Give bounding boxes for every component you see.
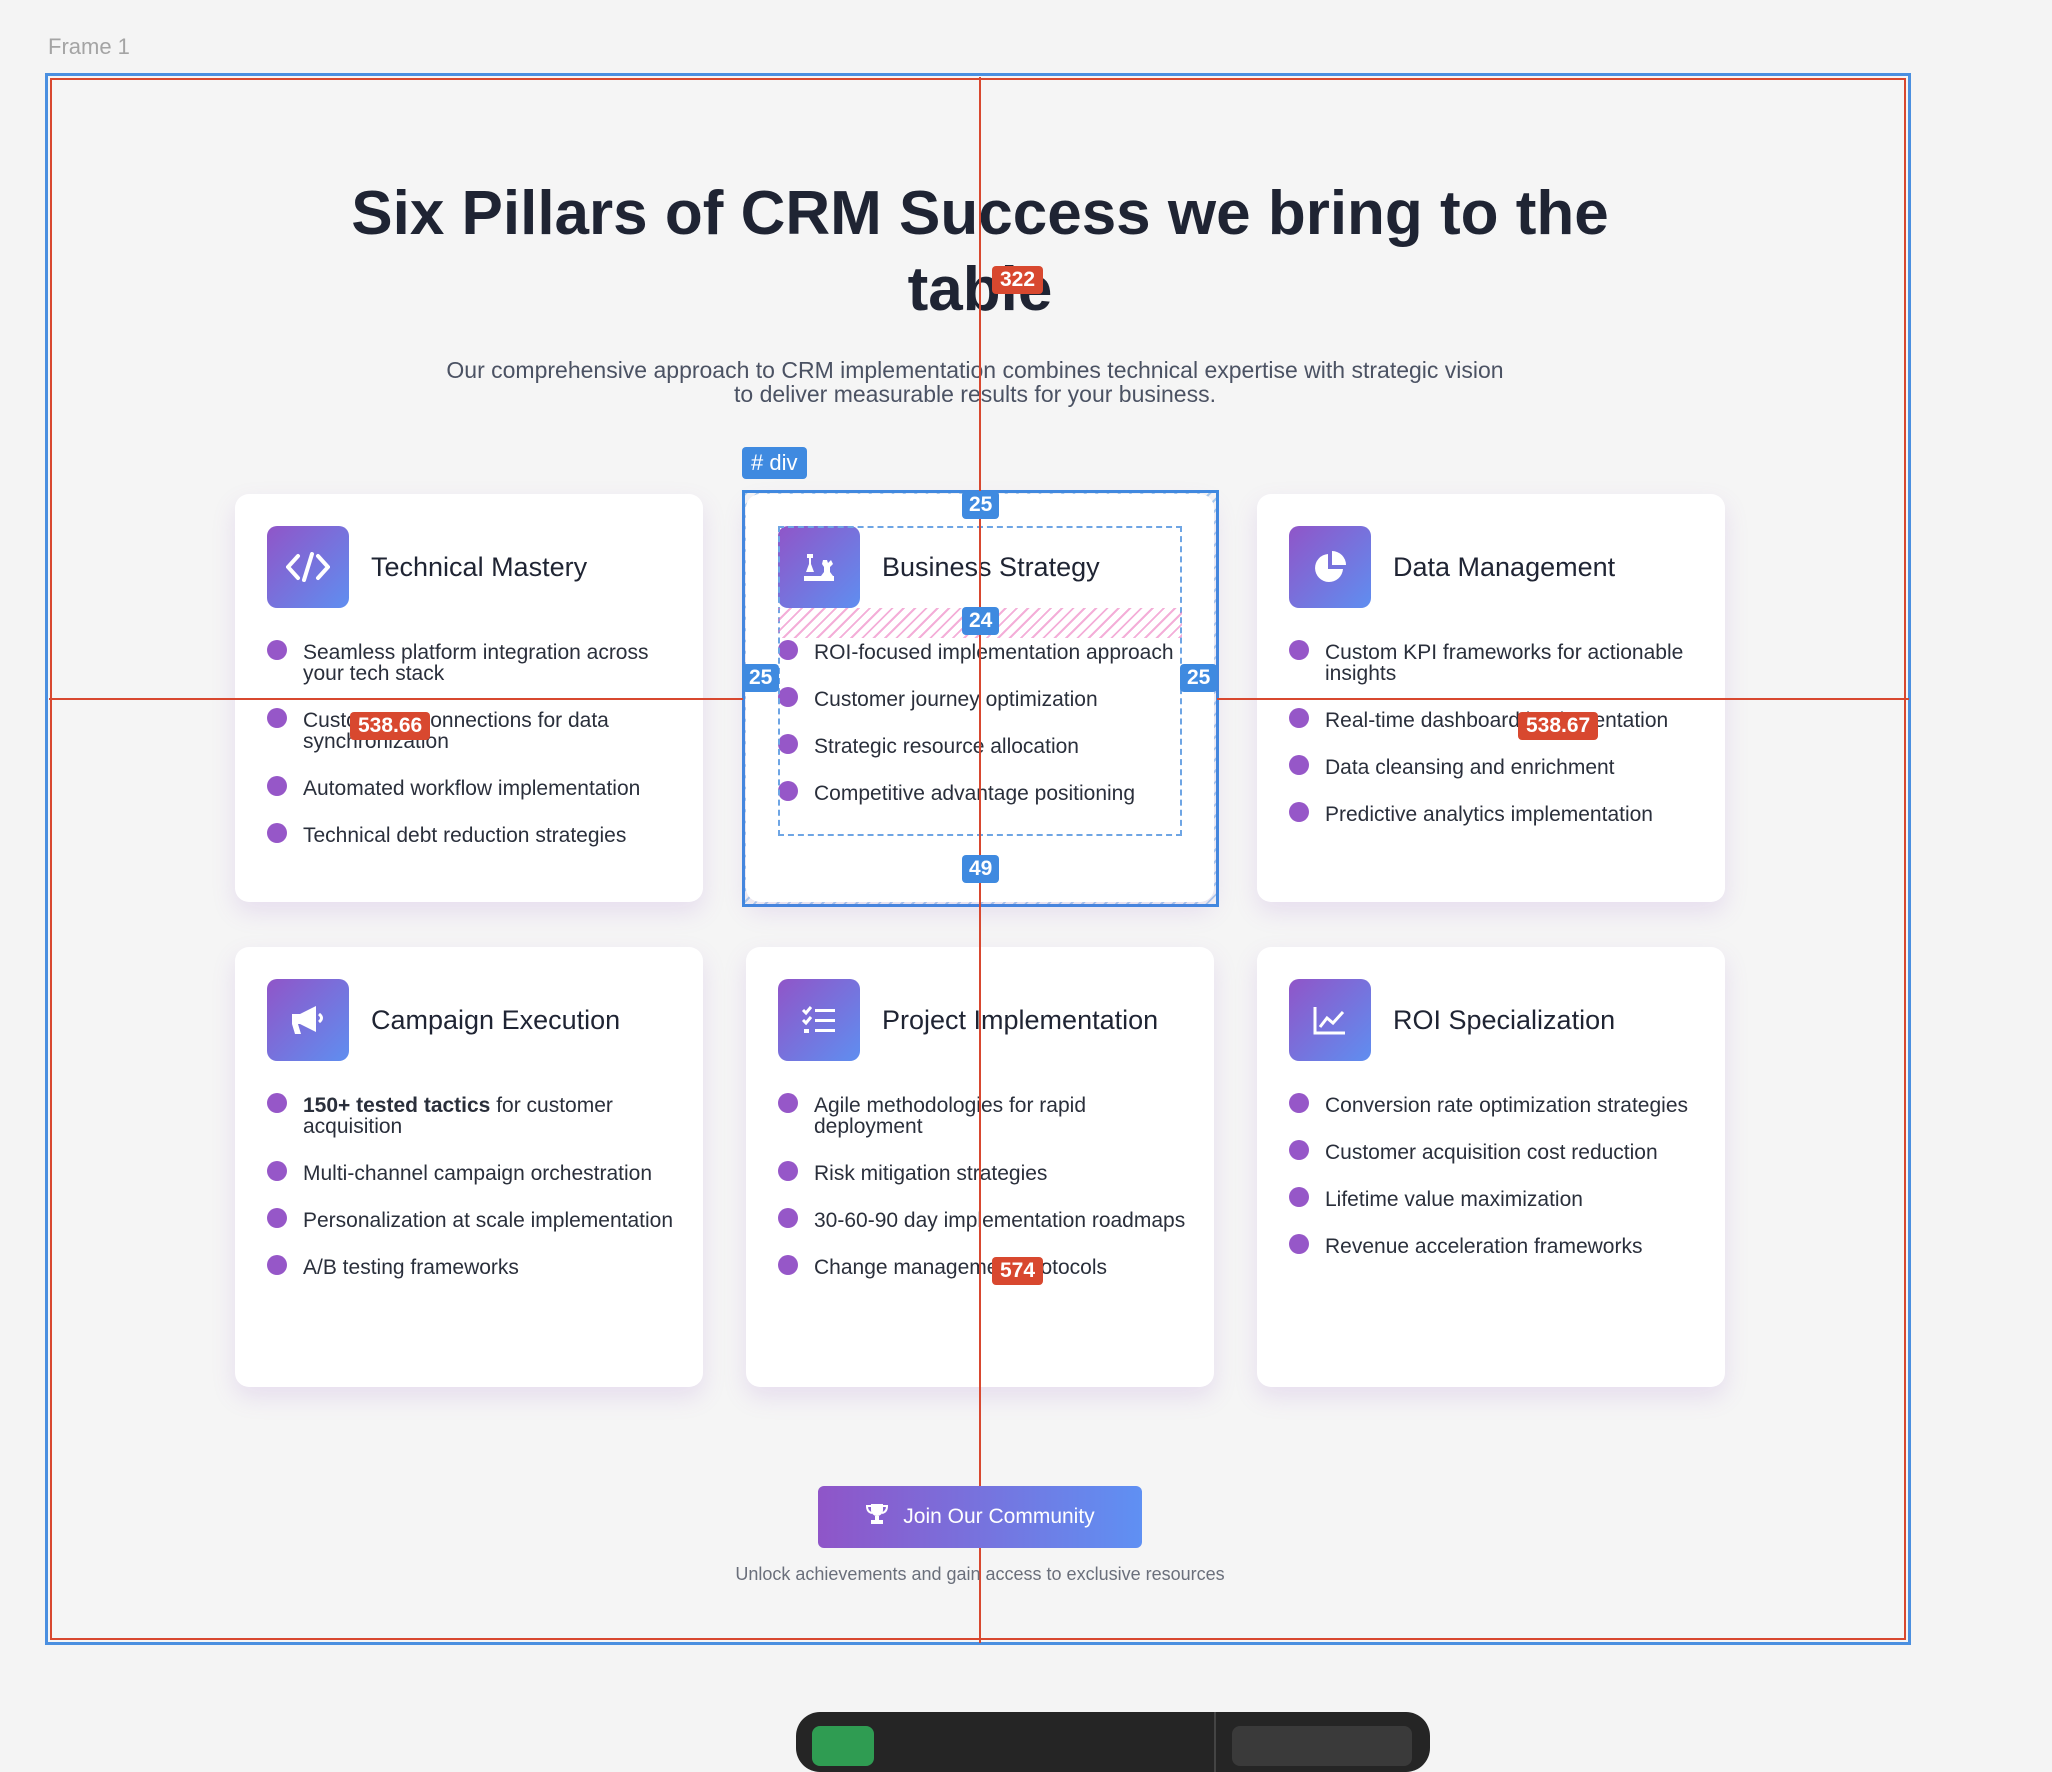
list-item: Data cleansing and enrichment [1289,755,1705,778]
list-item: Multi-channel campaign orchestration [267,1161,683,1184]
list-item: Competitive advantage positioning [778,781,1194,804]
list-item: Custom KPI frameworks for actionable ins… [1289,640,1705,684]
padding-bottom-badge: 49 [962,855,1000,883]
list-item: Strategic resource allocation [778,734,1194,757]
list-item: Personalization at scale implementation [267,1208,683,1231]
distance-bottom-badge: 574 [992,1257,1044,1285]
list-item: Real-time dashboard implementation [1289,708,1705,731]
line-chart-icon [1289,979,1371,1061]
toolbar-action-button[interactable] [812,1726,874,1766]
pie-chart-icon [1289,526,1371,608]
card-title: Data Management [1393,551,1616,582]
tasks-icon [778,979,860,1061]
distance-top-badge: 322 [992,266,1044,294]
element-tag-name: div [769,450,798,475]
toolbar-segment[interactable] [1232,1726,1412,1766]
cta-note: Unlock achievements and gain access to e… [735,1564,1225,1584]
pillar-card-campaign-execution[interactable]: Campaign Execution 150+ tested tactics f… [235,947,703,1387]
horizontal-guide-right [1217,698,1909,700]
card-title: ROI Specialization [1393,1004,1616,1035]
list-item: Automated workflow implementation [267,776,683,799]
frame-hash-icon: # [751,450,764,475]
distance-left-badge: 538.66 [350,712,431,740]
distance-right-badge: 538.67 [1518,712,1599,740]
chess-icon [778,526,860,608]
bottom-toolbar[interactable] [796,1712,1430,1772]
list-item: 30-60-90 day implementation roadmaps [778,1208,1194,1231]
list-item: Predictive analytics implementation [1289,802,1705,825]
card-title: Technical Mastery [371,551,588,582]
page-subtitle: Our comprehensive approach to CRM implem… [446,357,1504,407]
padding-left-badge: 25 [742,664,780,692]
list-item: Seamless platform integration across you… [267,640,683,684]
megaphone-icon [267,979,349,1061]
list-item: A/B testing frameworks [267,1255,683,1278]
card-title: Business Strategy [882,551,1100,582]
highlight-text: 150+ tested tactics [303,1094,491,1117]
join-community-button[interactable]: Join Our Community [818,1486,1142,1548]
list-item: Lifetime value maximization [1289,1187,1705,1210]
list-item: Custom API connections for data synchron… [267,708,683,752]
horizontal-guide-left [49,698,743,700]
list-item: Customer journey optimization [778,687,1194,710]
frame-label: Frame 1 [48,34,130,59]
card-title: Campaign Execution [371,1004,621,1035]
list-item: Revenue acceleration frameworks [1289,1234,1705,1257]
element-tag-label[interactable]: # div [742,447,807,479]
list-item: Change management protocols [778,1255,1194,1278]
gap-badge: 24 [962,607,1000,635]
list-item: Customer acquisition cost reduction [1289,1140,1705,1163]
list-item: Technical debt reduction strategies [267,823,683,846]
padding-top-badge: 25 [962,491,1000,519]
list-item: Risk mitigation strategies [778,1161,1194,1184]
list-item: Conversion rate optimization strategies [1289,1093,1705,1116]
list-item: Agile methodologies for rapid deployment [778,1093,1194,1137]
code-icon [267,526,349,608]
pillar-card-roi-specialization[interactable]: ROI Specialization Conversion rate optim… [1257,947,1725,1387]
trophy-icon [865,1503,889,1531]
join-community-label: Join Our Community [903,1505,1095,1528]
padding-right-badge: 25 [1180,664,1218,692]
list-item: 150+ tested tactics for customer acquisi… [267,1093,683,1137]
toolbar-divider [1214,1712,1216,1772]
card-title: Project Implementation [882,1004,1159,1035]
list-item: ROI-focused implementation approach [778,640,1194,663]
